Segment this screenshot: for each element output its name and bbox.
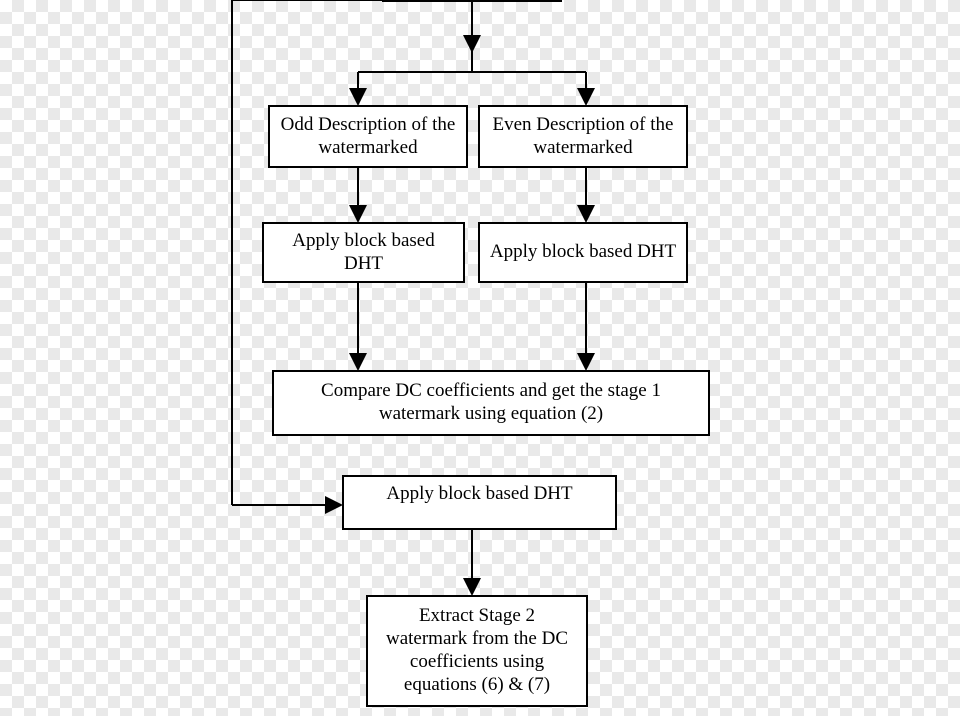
node-dht-even-label: Apply block based DHT [490,241,676,264]
node-odd-label: Odd Description of the watermarked [278,114,458,160]
node-compare-label: Compare DC coefficients and get the stag… [282,380,700,426]
node-dht-stage2-label: Apply block based DHT [386,483,572,506]
node-extract: Extract Stage 2 watermark from the DC co… [366,595,588,707]
node-dht-odd-label: Apply block based DHT [272,230,455,276]
node-top [382,0,562,2]
node-odd: Odd Description of the watermarked [268,105,468,168]
node-dht-odd: Apply block based DHT [262,222,465,283]
node-extract-label: Extract Stage 2 watermark from the DC co… [376,605,578,696]
node-compare: Compare DC coefficients and get the stag… [272,370,710,436]
node-dht-stage2: Apply block based DHT [342,475,617,530]
flowchart: Odd Description of the watermarked Even … [0,0,960,716]
node-even: Even Description of the watermarked [478,105,688,168]
node-even-label: Even Description of the watermarked [488,114,678,160]
node-dht-even: Apply block based DHT [478,222,688,283]
